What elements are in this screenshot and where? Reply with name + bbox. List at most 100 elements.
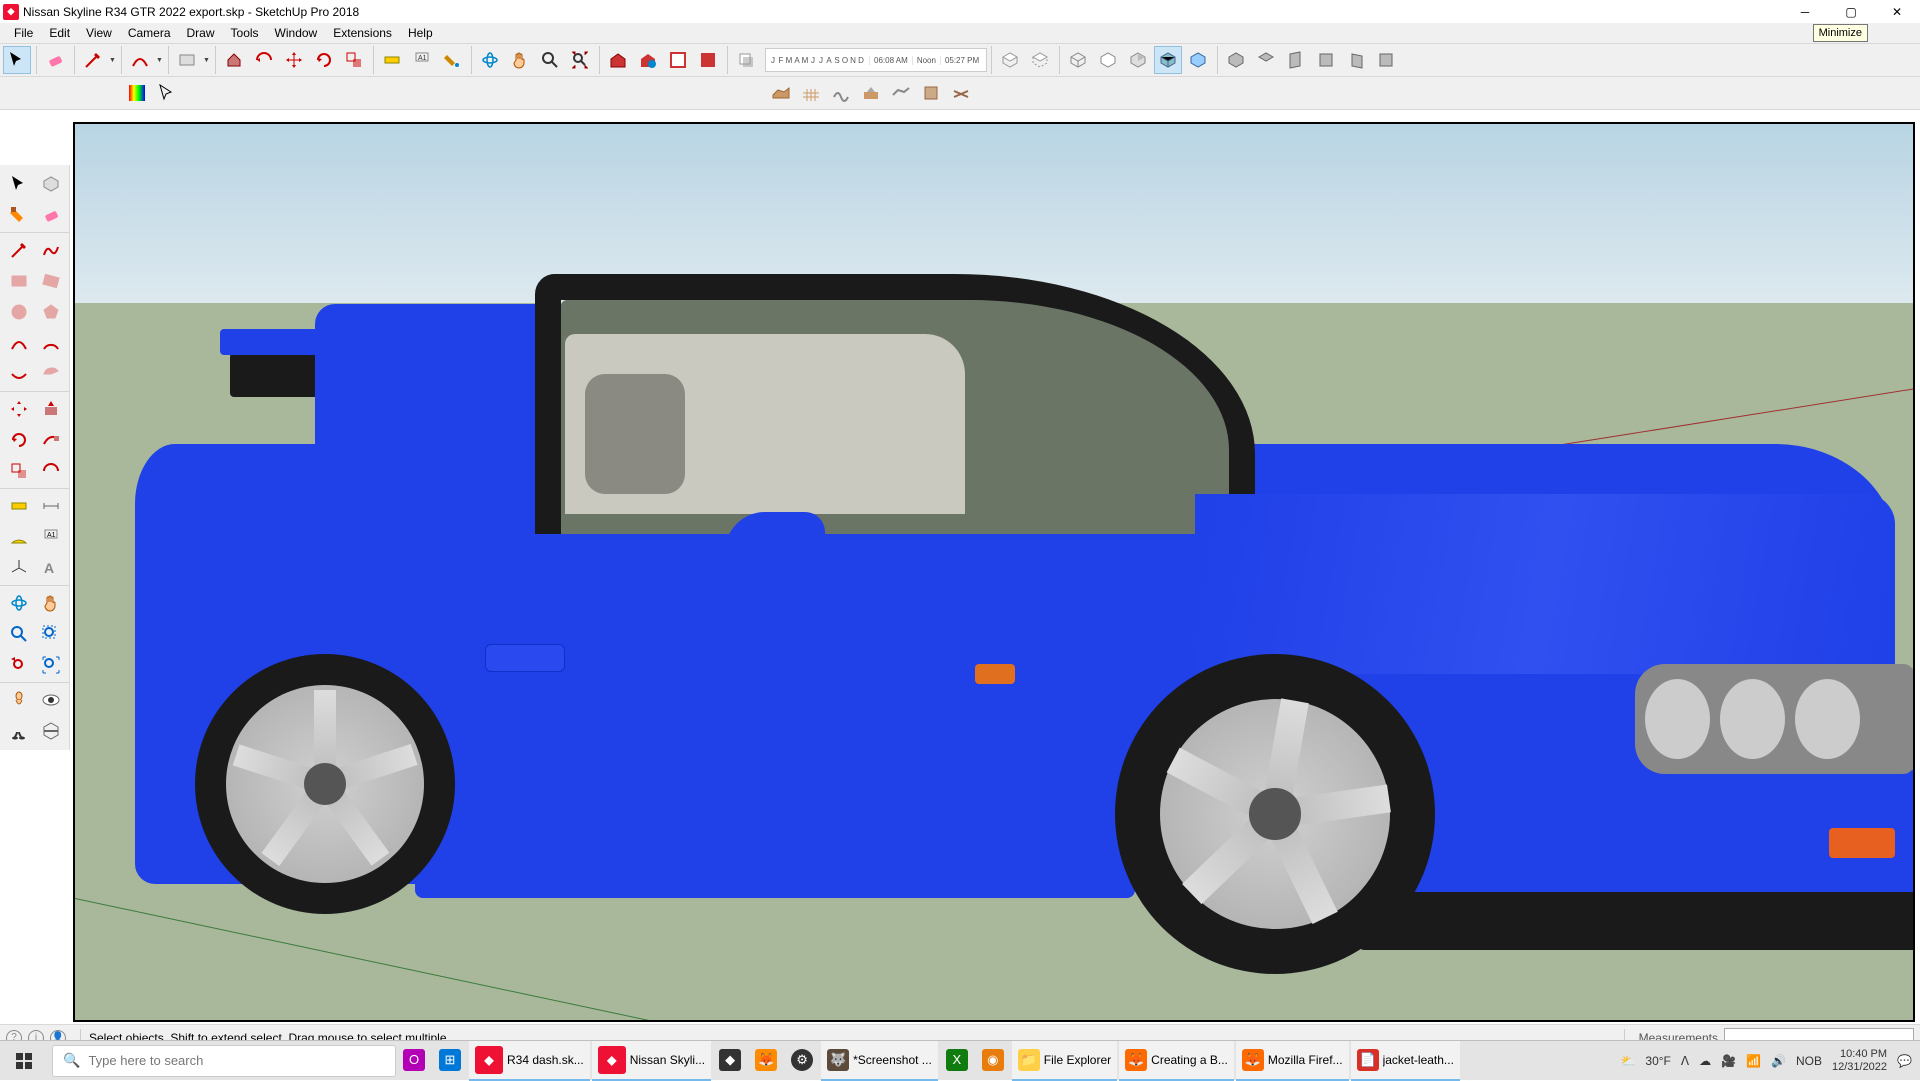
system-tray[interactable]: ⛅ 30°F ᐱ ☁ 🎥 📶 🔊 NOB 10:40 PM 12/31/2022…: [1612, 1048, 1920, 1074]
view-left-icon[interactable]: [1372, 46, 1400, 74]
arc-tool[interactable]: [126, 46, 154, 74]
lt-arc[interactable]: [5, 329, 33, 357]
lt-select[interactable]: [5, 170, 33, 198]
lt-axes[interactable]: [5, 554, 33, 582]
line-tool[interactable]: [79, 46, 107, 74]
shaded-style[interactable]: [1124, 46, 1152, 74]
lt-zoomwin[interactable]: [37, 620, 65, 648]
text-tool[interactable]: A1: [408, 46, 436, 74]
line-dropdown[interactable]: ▼: [108, 57, 117, 64]
shadow-toggle[interactable]: [732, 46, 760, 74]
view-back-icon[interactable]: [1342, 46, 1370, 74]
tape-tool[interactable]: [378, 46, 406, 74]
ext-warehouse-tool[interactable]: [634, 46, 662, 74]
lt-rect[interactable]: [5, 267, 33, 295]
lt-poly[interactable]: [37, 298, 65, 326]
sandbox-2[interactable]: [797, 79, 825, 107]
lt-text[interactable]: A1: [37, 523, 65, 551]
lt-offset[interactable]: [37, 457, 65, 485]
viewport-3d[interactable]: [73, 122, 1915, 1022]
offset-tool[interactable]: [250, 46, 278, 74]
start-button[interactable]: [0, 1041, 48, 1081]
pan-tool[interactable]: [506, 46, 534, 74]
taskbar-search[interactable]: 🔍 Type here to search: [52, 1045, 396, 1077]
task-sketchup-2[interactable]: ◆Nissan Skyli...: [592, 1041, 711, 1081]
shape-dropdown[interactable]: ▼: [202, 57, 211, 64]
lt-protractor[interactable]: [5, 523, 33, 551]
select-tool[interactable]: [3, 46, 31, 74]
lt-orbit[interactable]: [5, 589, 33, 617]
minimize-button[interactable]: ─: [1782, 0, 1828, 23]
close-button[interactable]: ✕: [1874, 0, 1920, 23]
lt-line[interactable]: [5, 236, 33, 264]
task-blender[interactable]: ◉: [976, 1041, 1010, 1081]
weather-temp[interactable]: 30°F: [1645, 1054, 1670, 1068]
zoom-tool[interactable]: [536, 46, 564, 74]
lt-walk[interactable]: [5, 717, 33, 745]
eraser-tool[interactable]: [41, 46, 69, 74]
lt-pie[interactable]: [37, 360, 65, 388]
lt-eraser[interactable]: [37, 201, 65, 229]
maximize-button[interactable]: ▢: [1828, 0, 1874, 23]
lt-freehand[interactable]: [37, 236, 65, 264]
lt-tape[interactable]: [5, 492, 33, 520]
shaded-textures-style[interactable]: [1154, 46, 1182, 74]
tray-onedrive-icon[interactable]: ☁: [1699, 1054, 1711, 1068]
menu-window[interactable]: Window: [267, 24, 326, 42]
menu-draw[interactable]: Draw: [179, 24, 223, 42]
arc-dropdown[interactable]: ▼: [155, 57, 164, 64]
lt-section[interactable]: [37, 717, 65, 745]
task-firefox-1[interactable]: 🦊: [749, 1041, 783, 1081]
sandbox-1[interactable]: [767, 79, 795, 107]
task-gimp[interactable]: 🐺*Screenshot ...: [821, 1041, 938, 1081]
task-firefox-2[interactable]: 🦊Creating a B...: [1119, 1041, 1234, 1081]
move-tool[interactable]: [280, 46, 308, 74]
task-explorer[interactable]: 📁File Explorer: [1012, 1041, 1117, 1081]
zoom-extents-tool[interactable]: [566, 46, 594, 74]
task-taskview[interactable]: ⊞: [433, 1041, 467, 1081]
lt-zoom[interactable]: [5, 620, 33, 648]
task-unity[interactable]: ◆: [713, 1041, 747, 1081]
lt-rotate[interactable]: [5, 426, 33, 454]
lt-followme[interactable]: [37, 426, 65, 454]
backedges-style[interactable]: [1026, 46, 1054, 74]
sandbox-5[interactable]: [887, 79, 915, 107]
sample-tool[interactable]: [153, 79, 181, 107]
lt-dim[interactable]: [37, 492, 65, 520]
shape-tool[interactable]: [173, 46, 201, 74]
menu-view[interactable]: View: [78, 24, 120, 42]
taskbar-clock[interactable]: 10:40 PM 12/31/2022: [1832, 1048, 1887, 1074]
lt-3parc[interactable]: [5, 360, 33, 388]
lt-zoomprev[interactable]: [5, 651, 33, 679]
view-right-icon[interactable]: [1312, 46, 1340, 74]
task-firefox-3[interactable]: 🦊Mozilla Firef...: [1236, 1041, 1349, 1081]
task-pdf[interactable]: 📄jacket-leath...: [1351, 1041, 1460, 1081]
paint-tool[interactable]: [438, 46, 466, 74]
warehouse-tool[interactable]: [604, 46, 632, 74]
rotate-tool[interactable]: [310, 46, 338, 74]
menu-help[interactable]: Help: [400, 24, 441, 42]
lt-position[interactable]: [5, 686, 33, 714]
menu-file[interactable]: File: [6, 24, 41, 42]
menu-camera[interactable]: Camera: [120, 24, 179, 42]
task-obs[interactable]: ⚙: [785, 1041, 819, 1081]
sandbox-6[interactable]: [917, 79, 945, 107]
tray-chevron-icon[interactable]: ᐱ: [1681, 1054, 1689, 1068]
view-front-icon[interactable]: [1282, 46, 1310, 74]
wireframe-style[interactable]: [1064, 46, 1092, 74]
warehouse2-tool[interactable]: [694, 46, 722, 74]
lt-move[interactable]: [5, 395, 33, 423]
tray-ime[interactable]: NOB: [1796, 1054, 1822, 1068]
tray-wifi-icon[interactable]: 📶: [1746, 1054, 1761, 1068]
lt-look[interactable]: [37, 686, 65, 714]
menu-edit[interactable]: Edit: [41, 24, 78, 42]
lt-rotrect[interactable]: [37, 267, 65, 295]
pushpull-tool[interactable]: [220, 46, 248, 74]
lt-3dtext[interactable]: A: [37, 554, 65, 582]
layout-tool[interactable]: [664, 46, 692, 74]
lt-zoomext[interactable]: [37, 651, 65, 679]
lt-pushpull[interactable]: [37, 395, 65, 423]
scale-tool[interactable]: [340, 46, 368, 74]
hidden-style[interactable]: [1094, 46, 1122, 74]
lt-paint[interactable]: [5, 201, 33, 229]
